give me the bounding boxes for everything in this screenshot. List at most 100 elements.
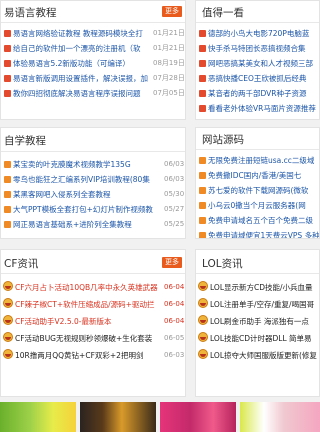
doc-icon (199, 90, 206, 97)
list-item[interactable]: 快手杀马特团长恶搞视频合集 (196, 41, 319, 56)
item-title[interactable]: LOL技能CD计时器DLL 简单易 (210, 330, 319, 347)
doc-icon (4, 90, 11, 97)
doc-icon (199, 60, 206, 67)
list-item[interactable]: 德部的小鸟大电影720P电脑蓝 (196, 26, 319, 41)
tag-icon (4, 176, 11, 183)
list-item[interactable]: 大气PPT模板全套打包+幻灯片制作视频教 05/27 (1, 202, 185, 217)
item-title[interactable]: 小乌云0撒当个月云服务器(网 (208, 198, 319, 213)
doc-icon (4, 30, 11, 37)
item-title[interactable]: 10R撸两月QQ黄钻+CF双彩+2把明剑 (15, 347, 161, 364)
item-title[interactable]: 某音者的两千部DVR种子资源 (208, 86, 319, 101)
list-item[interactable]: 易语言网络验证教程 教程源码模块全打 01月21日 (1, 26, 185, 41)
list-item[interactable]: 某黑客网吧入侵系列全套教程 05/30 (1, 187, 185, 202)
game-avatar-icon (3, 315, 13, 325)
list-item[interactable]: 苏七爱的软件下载网源码(微软 (196, 183, 319, 198)
item-title[interactable]: 苏七爱的软件下载网源码(微软 (208, 183, 319, 198)
item-title[interactable]: CF辣子椒CT+软件压缩成品/源码+驱动拦 (15, 296, 161, 313)
ad-banner[interactable] (240, 402, 320, 432)
item-title[interactable]: 网正易语言基础系+进阶列全集教程 (13, 217, 161, 232)
list-item[interactable]: 看看老外体验VR马面片资源推荐 (196, 101, 319, 116)
item-title[interactable]: 零鸟也能狂之汇编系列VIP培训教程(80集 (13, 172, 161, 187)
item-date: 06-04 (164, 300, 185, 308)
list-item[interactable]: 免费申请域便宜1天费云VPS 多种 (196, 228, 319, 238)
item-title[interactable]: 免费申请域便宜1天费云VPS 多种 (208, 228, 319, 238)
tag-icon (199, 157, 206, 164)
item-date: 06-05 (164, 334, 185, 342)
game-avatar-icon (3, 298, 13, 308)
list-item[interactable]: 网正易语言基础系+进阶列全集教程 05/25 (1, 217, 185, 232)
more-button[interactable]: 更多 (162, 6, 182, 17)
item-title[interactable]: 体验易语言5.2新版功能（可编译） (13, 56, 149, 71)
item-title[interactable]: CF六月占卜活动10QB几率中永久英雄武器 (15, 279, 161, 296)
ad-banner[interactable] (160, 402, 236, 432)
list-item[interactable]: 网吧恶搞某美女和人才视频三部 (196, 56, 319, 71)
panel-title: CF资讯 (4, 258, 39, 270)
list-item[interactable]: LOL注册单手/空存/重复/喝国哥 (196, 296, 319, 313)
game-avatar-icon (3, 281, 13, 291)
list-item[interactable]: 给自己的软件加一个漂亮的注册机（软 01月21日 (1, 41, 185, 56)
item-date: 08月19日 (153, 59, 185, 67)
list-item[interactable]: LOL技能CD计时器DLL 简单易 (196, 330, 319, 347)
item-title[interactable]: 给自己的软件加一个漂亮的注册机（软 (13, 41, 149, 56)
panel-lol: LOL资讯 LOL显示新方CD技能/小兵血量 LOL注册单手/空存/重复/喝国哥… (195, 249, 320, 397)
item-title[interactable]: 看看老外体验VR马面片资源推荐 (208, 101, 319, 116)
item-date: 07月05日 (153, 89, 185, 97)
item-title[interactable]: 德部的小鸟大电影720P电脑蓝 (208, 26, 319, 41)
list-item[interactable]: 某宝卖的叶克膜魔术视频教学135G 06/03 (1, 157, 185, 172)
item-title[interactable]: CF活动BUG无视规则秒领爆破+生化套装 (15, 330, 161, 347)
list-item[interactable]: 教你四招彻底解决易语言程序误报问题 07月05日 (1, 86, 185, 101)
list-item[interactable]: LOL显示新方CD技能/小兵血量 (196, 279, 319, 296)
panel-title: LOL资讯 (202, 258, 243, 270)
item-title[interactable]: 大气PPT模板全套打包+幻灯片制作视频教 (13, 202, 161, 217)
more-button[interactable]: 更多 (162, 257, 182, 268)
tag-icon (4, 161, 11, 168)
list-item[interactable]: CF活动助手V2.5.0-最新版本 06-04 (1, 313, 185, 330)
list-item[interactable]: 恶搞快播CEO王欣被抓后经典 (196, 71, 319, 86)
item-title[interactable]: 某黑客网吧入侵系列全套教程 (13, 187, 161, 202)
game-avatar-icon (198, 349, 208, 359)
item-title[interactable]: 免费撒IDC国内/香港/美国七 (208, 168, 319, 183)
list-item[interactable]: 零鸟也能狂之汇编系列VIP培训教程(80集 06/03 (1, 172, 185, 187)
ad-banner[interactable] (80, 402, 156, 432)
game-avatar-icon (198, 298, 208, 308)
item-title[interactable]: 无限免费注册短链usa.cc二级域 (208, 153, 319, 168)
list-item[interactable]: 小乌云0撒当个月云服务器(网 (196, 198, 319, 213)
tag-icon (4, 191, 11, 198)
item-title[interactable]: LOL刷金币助手 海派独有一点 (210, 313, 319, 330)
panel-header: LOL资讯 (196, 250, 319, 274)
panel-title: 网站源码 (202, 134, 244, 146)
game-avatar-icon (3, 332, 13, 342)
list-item[interactable]: LOL刷金币助手 海派独有一点 (196, 313, 319, 330)
list-item[interactable]: 10R撸两月QQ黄钻+CF双彩+2把明剑 06-03 (1, 347, 185, 364)
game-avatar-icon (198, 332, 208, 342)
list-item[interactable]: CF六月占卜活动10QB几率中永久英雄武器 06-04 (1, 279, 185, 296)
list-item[interactable]: CF活动BUG无视规则秒领爆破+生化套装 06-05 (1, 330, 185, 347)
item-date: 01月21日 (153, 44, 185, 52)
list-item[interactable]: 易语言新版调用设置插件，解决误报，加 07月28日 (1, 71, 185, 86)
item-title[interactable]: LOL掠夺大师国服版版更新(修复 (210, 347, 319, 364)
tag-icon (199, 172, 206, 179)
list-item[interactable]: 体验易语言5.2新版功能（可编译） 08月19日 (1, 56, 185, 71)
list-item[interactable]: CF辣子椒CT+软件压缩成品/源码+驱动拦 06-04 (1, 296, 185, 313)
item-title[interactable]: LOL注册单手/空存/重复/喝国哥 (210, 296, 319, 313)
doc-icon (199, 105, 206, 112)
item-title[interactable]: 网吧恶搞某美女和人才视频三部 (208, 56, 319, 71)
item-title[interactable]: 快手杀马特团长恶搞视频合集 (208, 41, 319, 56)
item-title[interactable]: 易语言新版调用设置插件，解决误报，加 (13, 71, 149, 86)
list-item[interactable]: 无限免费注册短链usa.cc二级域 (196, 153, 319, 168)
ad-banner[interactable] (0, 402, 76, 432)
panel-header: 网站源码 (196, 128, 319, 150)
item-title[interactable]: 某宝卖的叶克膜魔术视频教学135G (13, 157, 161, 172)
item-title[interactable]: 恶搞快播CEO王欣被抓后经典 (208, 71, 319, 86)
panel-cf: CF资讯 更多 CF六月占卜活动10QB几率中永久英雄武器 06-04 CF辣子… (0, 249, 186, 397)
list-item[interactable]: 免费申请域名五个百个免费二级 (196, 213, 319, 228)
item-title[interactable]: 易语言网络验证教程 教程源码模块全打 (13, 26, 149, 41)
game-avatar-icon (3, 349, 13, 359)
item-title[interactable]: 教你四招彻底解决易语言程序误报问题 (13, 86, 149, 101)
item-title[interactable]: 免费申请域名五个百个免费二级 (208, 213, 319, 228)
item-title[interactable]: CF活动助手V2.5.0-最新版本 (15, 313, 161, 330)
item-title[interactable]: LOL显示新方CD技能/小兵血量 (210, 279, 319, 296)
list-item[interactable]: 某音者的两千部DVR种子资源 (196, 86, 319, 101)
list-item[interactable]: 免费撒IDC国内/香港/美国七 (196, 168, 319, 183)
list-item[interactable]: LOL掠夺大师国服版版更新(修复 (196, 347, 319, 364)
